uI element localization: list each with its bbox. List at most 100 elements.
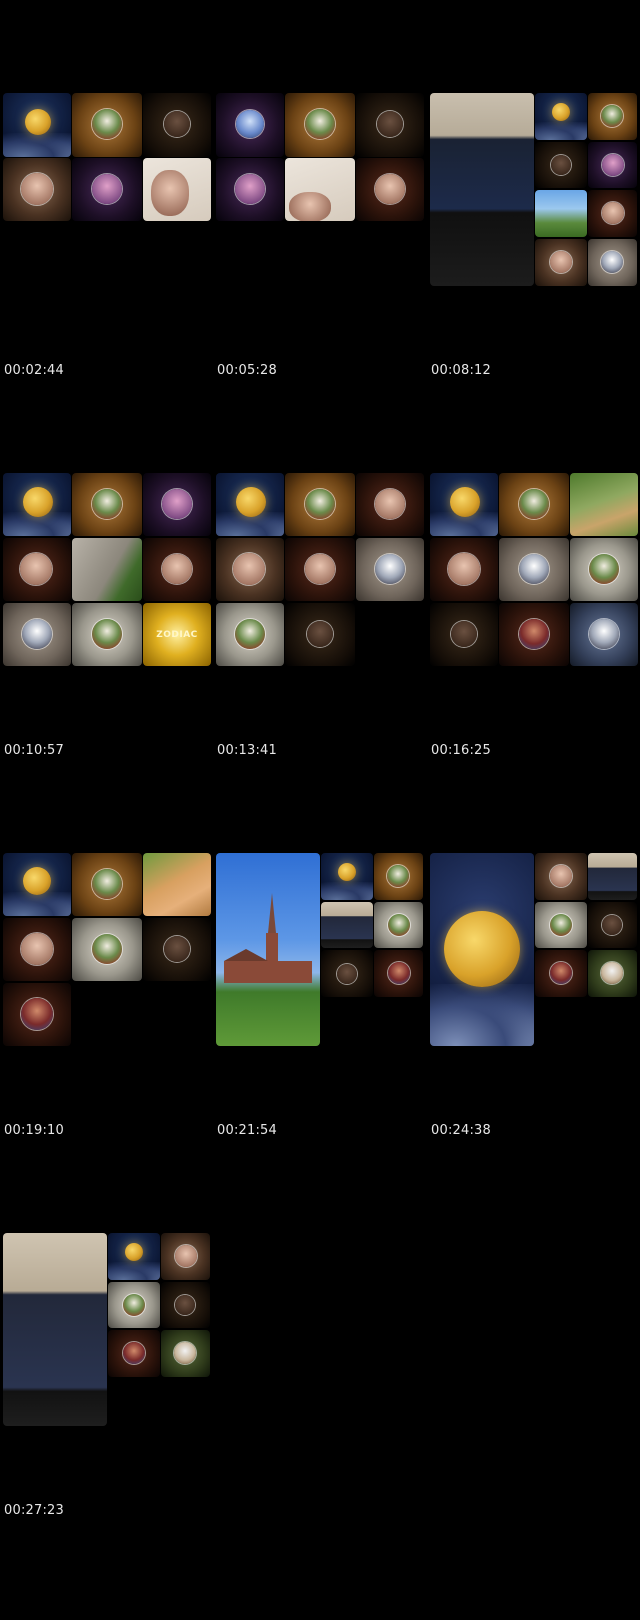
avatar <box>519 619 549 649</box>
video-thumbnail[interactable]: 00:27:23 <box>0 1233 213 1620</box>
avatar <box>589 619 619 649</box>
timestamp: 00:08:12 <box>431 363 491 378</box>
video-thumbnail[interactable]: 00:02:44 <box>0 93 213 480</box>
timestamp: 00:27:23 <box>4 1503 64 1518</box>
avatar <box>519 554 549 584</box>
participant-tile <box>535 853 587 900</box>
avatar <box>305 109 335 139</box>
avatar <box>388 914 410 936</box>
call-grid-frame: ZODIAC <box>0 473 213 860</box>
participant-tile <box>588 902 637 948</box>
avatar <box>164 936 190 962</box>
participant-tile <box>285 473 355 536</box>
participant-tile <box>72 473 142 536</box>
avatar <box>387 865 409 887</box>
moon-tile <box>535 93 587 140</box>
avatar <box>305 554 335 584</box>
video-thumbnail[interactable]: 00:21:54 <box>213 853 426 1240</box>
video-thumbnail[interactable]: ZODIAC 00:10:57 <box>0 473 213 860</box>
moon-tile <box>216 473 284 536</box>
avatar <box>164 111 190 137</box>
camera-tile <box>143 158 211 221</box>
laptop-camera-tile <box>321 902 373 948</box>
avatar <box>519 489 549 519</box>
avatar <box>601 962 623 984</box>
avatar <box>21 998 53 1030</box>
avatar <box>235 174 265 204</box>
video-thumbnail[interactable]: 00:05:28 <box>213 93 426 480</box>
participant-tile <box>3 983 71 1046</box>
zodiac-logo-text: ZODIAC <box>156 629 198 640</box>
zodiac-tile: ZODIAC <box>143 603 211 666</box>
timestamp: 00:19:10 <box>4 1123 64 1138</box>
video-thumbnail[interactable]: 00:13:41 <box>213 473 426 860</box>
participant-tile <box>535 902 587 948</box>
participant-tile <box>356 158 424 221</box>
participant-tile <box>430 538 498 601</box>
participant-tile <box>535 142 587 188</box>
participant-tile <box>216 538 284 601</box>
avatar <box>175 1295 195 1315</box>
participant-tile <box>588 93 637 140</box>
camera-tile <box>285 158 355 221</box>
participant-tile <box>588 142 637 188</box>
laptop-camera-tile <box>588 853 637 900</box>
avatar <box>451 621 477 647</box>
call-grid-frame <box>0 93 213 480</box>
avatar <box>174 1342 196 1364</box>
avatar <box>92 109 122 139</box>
avatar <box>305 489 335 519</box>
moon-tile <box>3 853 71 916</box>
avatar <box>602 202 624 224</box>
moon-tile <box>321 853 373 900</box>
timestamp: 00:13:41 <box>217 743 277 758</box>
timestamp: 00:16:25 <box>431 743 491 758</box>
participant-tile <box>374 853 423 900</box>
call-grid-frame <box>213 473 426 860</box>
participant-tile <box>3 158 71 221</box>
laptop-camera-tile <box>430 93 534 286</box>
camera-tile <box>570 473 638 536</box>
church-camera-tile <box>216 853 320 1046</box>
avatar <box>550 962 572 984</box>
participant-tile <box>588 239 637 286</box>
call-grid-frame <box>427 473 640 860</box>
video-thumbnail[interactable]: 00:16:25 <box>427 473 640 860</box>
avatar <box>388 962 410 984</box>
timestamp: 00:24:38 <box>431 1123 491 1138</box>
avatar <box>602 915 622 935</box>
moon-tile <box>430 473 498 536</box>
participant-tile <box>72 603 142 666</box>
participant-tile <box>216 603 284 666</box>
call-grid-frame <box>213 853 426 1240</box>
participant-tile <box>161 1330 210 1377</box>
avatar <box>375 174 405 204</box>
participant-tile <box>285 538 355 601</box>
call-grid-frame <box>427 853 640 1240</box>
avatar <box>22 619 52 649</box>
video-thumbnail[interactable]: 00:19:10 <box>0 853 213 1240</box>
participant-tile <box>143 538 211 601</box>
timestamp: 00:02:44 <box>4 363 64 378</box>
participant-tile <box>356 538 424 601</box>
participant-tile <box>143 93 211 157</box>
participant-tile <box>143 918 211 981</box>
timestamp: 00:21:54 <box>217 1123 277 1138</box>
avatar <box>551 155 571 175</box>
participant-tile <box>108 1330 160 1377</box>
avatar <box>601 251 623 273</box>
avatar <box>448 553 480 585</box>
camera-tile <box>535 190 587 237</box>
participant-tile <box>356 473 424 536</box>
participant-tile <box>374 902 423 948</box>
participant-tile <box>72 918 142 981</box>
participant-tile <box>588 190 637 237</box>
avatar <box>307 621 333 647</box>
moon-tile <box>3 473 71 536</box>
participant-tile <box>3 603 71 666</box>
avatar <box>162 489 192 519</box>
avatar <box>123 1342 145 1364</box>
avatar <box>235 619 265 649</box>
video-thumbnail[interactable]: 00:24:38 <box>427 853 640 1240</box>
video-thumbnail[interactable]: 00:08:12 <box>427 93 640 480</box>
